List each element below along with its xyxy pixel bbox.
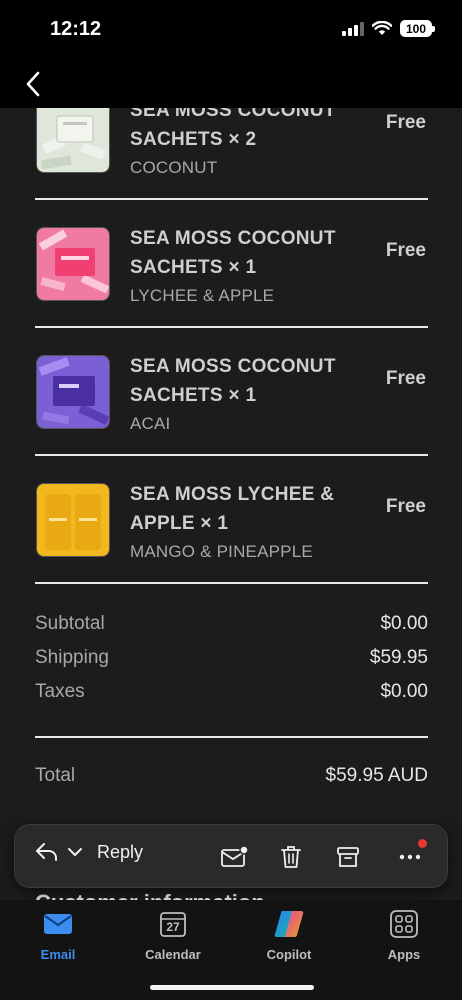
subtotal-label: Subtotal [35, 613, 105, 634]
copilot-icon [273, 908, 305, 940]
tab-apps[interactable]: Apps [359, 908, 449, 962]
email-body[interactable]: SEA MOSS COCONUT SACHETS × 2 COCONUT Fre… [0, 60, 462, 900]
tab-label: Email [40, 947, 76, 962]
nav-bar [0, 60, 462, 108]
status-time: 12:12 [50, 18, 102, 40]
trash-icon [281, 846, 301, 868]
grand-total-line: Total $59.95 AUD [35, 765, 428, 787]
more-dots-icon [399, 854, 421, 860]
product-thumbnail [36, 483, 110, 557]
tab-bar: Email 27 Calendar Copilot Apps [0, 900, 462, 1000]
subtotal-value: $0.00 [380, 613, 428, 634]
order-totals: Subtotal $0.00 Shipping $59.95 Taxes $0.… [35, 613, 428, 715]
product-thumbnail [36, 227, 110, 301]
tab-email[interactable]: Email [13, 908, 103, 962]
item-variant: LYCHEE & APPLE [130, 286, 275, 305]
taxes-line: Taxes $0.00 [35, 681, 428, 715]
cellular-signal-icon [342, 21, 364, 36]
tab-copilot[interactable]: Copilot [244, 908, 334, 962]
battery-icon: 100 [400, 20, 435, 37]
tab-calendar[interactable]: 27 Calendar [128, 908, 218, 962]
reply-label: Reply [97, 841, 144, 862]
notification-dot [418, 839, 427, 848]
shipping-value: $59.95 [369, 647, 428, 668]
total-value: $59.95 AUD [325, 765, 428, 786]
calendar-icon: 27 [157, 908, 189, 940]
item-price: Free [385, 112, 426, 133]
divider [35, 736, 428, 738]
total-label: Total [35, 765, 76, 786]
mark-unread-button[interactable] [219, 841, 249, 873]
item-price: Free [385, 240, 426, 261]
item-variant: COCONUT [130, 158, 218, 177]
item-price: Free [385, 496, 426, 517]
tab-label: Copilot [266, 947, 312, 962]
order-item: SEA MOSS COCONUT SACHETS × 1 ACAI Free [35, 328, 428, 456]
item-name: SEA MOSS COCONUT SACHETS × 1 [130, 228, 336, 278]
taxes-label: Taxes [35, 681, 85, 702]
delete-button[interactable] [276, 841, 306, 873]
tab-label: Apps [387, 947, 421, 962]
item-variant: MANGO & PINEAPPLE [130, 542, 313, 561]
status-icons: 100 [342, 20, 435, 37]
chevron-left-icon [26, 71, 40, 97]
shipping-line: Shipping $59.95 [35, 647, 428, 681]
apps-grid-icon [388, 908, 420, 940]
reply-toolbar: Reply [14, 824, 448, 888]
more-options-button[interactable] [395, 839, 427, 873]
reply-button[interactable]: Reply [35, 841, 143, 863]
status-bar: 12:12 100 [0, 0, 462, 60]
subtotal-line: Subtotal $0.00 [35, 613, 428, 647]
calendar-day: 27 [166, 920, 180, 934]
product-thumbnail [36, 99, 110, 173]
archive-button[interactable] [333, 841, 363, 873]
tab-label: Calendar [145, 947, 201, 962]
product-thumbnail [36, 355, 110, 429]
taxes-value: $0.00 [380, 681, 428, 702]
item-name: SEA MOSS COCONUT SACHETS × 1 [130, 356, 336, 406]
item-variant: ACAI [130, 414, 171, 433]
mail-unread-icon [221, 845, 248, 867]
order-item: SEA MOSS COCONUT SACHETS × 1 LYCHEE & AP… [35, 200, 428, 328]
item-price: Free [385, 368, 426, 389]
home-indicator[interactable] [150, 985, 314, 990]
order-item: SEA MOSS LYCHEE & APPLE × 1 MANGO & PINE… [35, 456, 428, 584]
back-button[interactable] [18, 68, 48, 100]
mail-icon [42, 908, 74, 940]
reply-arrow-icon [36, 843, 57, 861]
shipping-label: Shipping [35, 647, 109, 668]
chevron-down-icon[interactable] [67, 846, 83, 858]
item-name: SEA MOSS LYCHEE & APPLE × 1 [130, 484, 335, 534]
archive-icon [337, 847, 359, 867]
section-heading: Customer information [35, 890, 265, 900]
wifi-icon [372, 21, 392, 35]
